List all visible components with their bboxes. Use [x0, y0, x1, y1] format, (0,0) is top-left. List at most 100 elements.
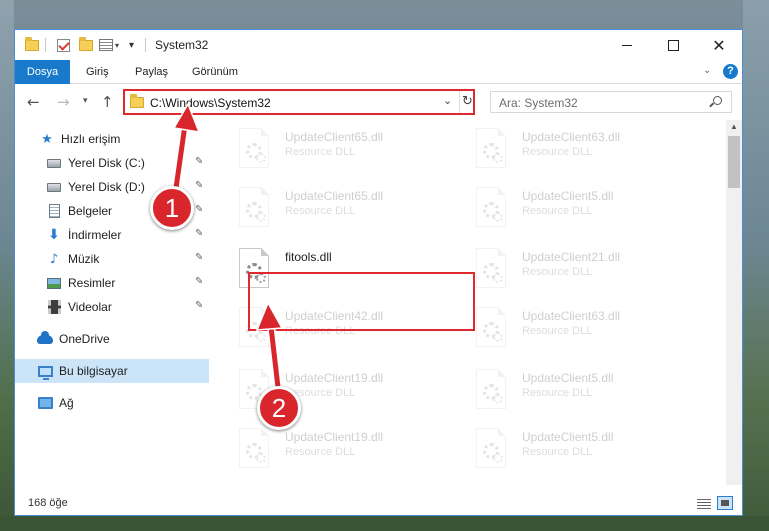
sidebar-item-onedrive[interactable]: OneDrive — [15, 327, 209, 351]
search-placeholder: Ara: System32 — [499, 96, 578, 110]
help-icon[interactable]: ? — [723, 64, 738, 79]
file-type: Resource DLL — [285, 146, 356, 158]
file-name: UpdateClient19.dll — [285, 371, 384, 385]
sidebar-item-network[interactable]: Ağ — [15, 391, 209, 415]
file-type: Resource DLL — [285, 205, 356, 217]
sidebar-item-videos[interactable]: Videolar ✎ — [15, 295, 209, 319]
close-button[interactable]: ✕ — [696, 30, 742, 60]
address-bar[interactable]: C:\Windows\System32 ⌄ ↻ — [123, 89, 475, 115]
vertical-scrollbar[interactable]: ▲ — [726, 120, 742, 485]
step-badge-2: 2 — [257, 386, 301, 430]
large-icons-view-icon[interactable] — [717, 496, 733, 510]
new-folder-icon[interactable] — [79, 36, 93, 54]
details-view-icon[interactable] — [697, 499, 711, 509]
sidebar-item-label: Yerel Disk (C:) — [68, 156, 145, 170]
list-item[interactable]: UpdateClient63.dll Resource DLL — [472, 305, 702, 355]
list-item[interactable]: UpdateClient21.dll Resource DLL — [472, 246, 702, 296]
file-type: Resource DLL — [522, 387, 593, 399]
chevron-down-icon[interactable]: ⌄ — [443, 94, 452, 107]
cloud-icon — [37, 330, 53, 347]
dll-file-icon — [476, 128, 506, 168]
file-type: Resource DLL — [285, 446, 356, 458]
sidebar-item-label: Hızlı erişim — [61, 132, 121, 146]
sidebar-item-label: Müzik — [68, 252, 100, 266]
properties-icon[interactable]: ▾ — [99, 36, 119, 54]
tab-home[interactable]: Giriş — [80, 60, 115, 84]
forward-button[interactable]: → — [57, 93, 70, 111]
pin-icon: ✎ — [195, 156, 204, 167]
file-name: UpdateClient5.dll — [522, 189, 614, 203]
navigation-bar: ← → ▾ ↑ C:\Windows\System32 ⌄ ↻ Ara: Sys… — [15, 85, 742, 119]
downloads-icon: ⬇ — [48, 227, 60, 243]
separator — [45, 36, 46, 54]
dll-file-icon — [239, 128, 269, 168]
list-item[interactable]: UpdateClient19.dll Resource DLL — [235, 426, 465, 476]
window-title: System32 — [155, 38, 209, 52]
search-input[interactable]: Ara: System32 — [490, 91, 732, 113]
file-type: Resource DLL — [522, 446, 593, 458]
documents-icon — [46, 203, 62, 219]
recent-locations-button[interactable]: ▾ — [83, 96, 88, 106]
file-name: UpdateClient5.dll — [522, 371, 614, 385]
file-type: Resource DLL — [522, 266, 593, 278]
sidebar-item-pictures[interactable]: Resimler ✎ — [15, 271, 209, 295]
search-icon[interactable] — [713, 96, 722, 105]
pin-icon: ✎ — [195, 180, 204, 191]
list-item[interactable]: UpdateClient65.dll Resource DLL — [235, 126, 465, 176]
file-type: Resource DLL — [522, 205, 593, 217]
tab-view[interactable]: Görünüm — [186, 60, 244, 84]
maximize-button[interactable] — [650, 30, 696, 60]
scroll-up-icon[interactable]: ▲ — [730, 122, 738, 131]
disk-icon — [46, 155, 62, 171]
file-name: UpdateClient5.dll — [522, 430, 614, 444]
file-name: fitools.dll — [285, 250, 332, 264]
dll-file-icon — [239, 428, 269, 468]
check-icon[interactable] — [57, 36, 70, 54]
pin-icon: ✎ — [195, 300, 204, 311]
tab-share[interactable]: Paylaş — [129, 60, 174, 84]
desktop-background-left — [0, 0, 14, 531]
sidebar-item-music[interactable]: ♪ Müzik ✎ — [15, 247, 209, 271]
network-icon — [37, 395, 53, 411]
pin-icon: ✎ — [195, 204, 204, 215]
music-icon: ♪ — [49, 251, 59, 267]
sidebar-item-quick-access[interactable]: ★ Hızlı erişim — [15, 127, 209, 151]
tab-file[interactable]: Dosya — [15, 60, 70, 84]
sidebar-item-label: Yerel Disk (D:) — [68, 180, 145, 194]
back-button[interactable]: ← — [27, 93, 40, 111]
list-item[interactable]: UpdateClient65.dll Resource DLL — [235, 185, 465, 235]
sidebar-item-label: Belgeler — [68, 204, 113, 218]
customize-toolbar-icon[interactable]: ▾ — [129, 36, 134, 54]
sidebar-item-local-disk-c[interactable]: Yerel Disk (C:) ✎ — [15, 151, 209, 175]
file-list: UpdateClient65.dll Resource DLL UpdateCl… — [211, 120, 726, 485]
minimize-button[interactable] — [604, 30, 650, 60]
navigation-pane: ★ Hızlı erişim Yerel Disk (C:) ✎ Yerel D… — [15, 120, 211, 485]
sidebar-item-label: Ağ — [59, 396, 74, 410]
dll-file-icon — [476, 428, 506, 468]
separator — [145, 36, 146, 54]
file-type: Resource DLL — [522, 325, 593, 337]
up-button[interactable]: ↑ — [101, 93, 114, 111]
desktop-background-bottom — [0, 516, 769, 531]
refresh-icon[interactable]: ↻ — [459, 91, 475, 113]
title-bar: ▾ ▾ System32 ✕ — [15, 30, 742, 60]
file-name: UpdateClient63.dll — [522, 130, 621, 144]
pictures-icon — [46, 275, 62, 291]
address-path[interactable]: C:\Windows\System32 — [150, 96, 271, 110]
expand-ribbon-icon[interactable]: ⌄ — [703, 65, 711, 76]
dll-file-icon — [476, 187, 506, 227]
sidebar-item-this-pc[interactable]: Bu bilgisayar — [15, 359, 209, 383]
star-icon: ★ — [41, 131, 53, 147]
pin-icon: ✎ — [195, 252, 204, 263]
list-item[interactable]: UpdateClient5.dll Resource DLL — [472, 426, 702, 476]
dll-file-icon — [476, 369, 506, 409]
list-item[interactable]: UpdateClient5.dll Resource DLL — [472, 185, 702, 235]
list-item[interactable]: UpdateClient5.dll Resource DLL — [472, 367, 702, 417]
file-name: UpdateClient63.dll — [522, 309, 621, 323]
pin-icon: ✎ — [195, 276, 204, 287]
sidebar-item-label: Resimler — [68, 276, 116, 290]
sidebar-item-label: Bu bilgisayar — [59, 364, 128, 378]
scrollbar-thumb[interactable] — [728, 136, 740, 188]
list-item[interactable]: UpdateClient63.dll Resource DLL — [472, 126, 702, 176]
disk-icon — [46, 179, 62, 195]
